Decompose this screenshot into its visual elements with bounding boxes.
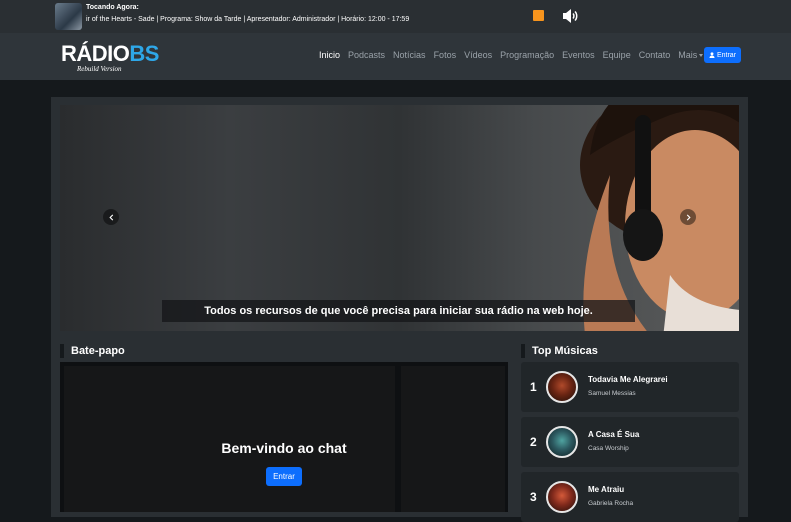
- song-rank: 2: [530, 435, 537, 449]
- volume-icon[interactable]: [560, 6, 580, 26]
- song-title: Todavia Me Alegrarei: [588, 375, 668, 384]
- logo-tagline: Rebuild Version: [77, 65, 122, 73]
- chat-messages-panel: [64, 366, 395, 512]
- now-playing-label: Tocando Agora:: [86, 4, 139, 11]
- carousel-prev-button[interactable]: [103, 209, 119, 225]
- hero-image-woman-headphones: [580, 105, 739, 331]
- login-button[interactable]: Entrar: [704, 47, 741, 63]
- nav-item-mais-dropdown[interactable]: Mais: [678, 50, 704, 60]
- song-cover-image: [546, 371, 578, 403]
- caret-down-icon: [699, 54, 704, 58]
- chevron-right-icon: [686, 213, 691, 221]
- chevron-left-icon: [108, 213, 113, 221]
- nav-item-podcasts[interactable]: Podcasts: [348, 50, 385, 60]
- carousel-next-button[interactable]: [680, 209, 696, 225]
- song-artist: Casa Worship: [588, 445, 629, 452]
- nav-item-videos[interactable]: Vídeos: [464, 50, 492, 60]
- login-button-label: Entrar: [716, 51, 737, 59]
- song-rank: 1: [530, 380, 537, 394]
- user-icon: [709, 52, 715, 58]
- top-songs-heading: Top Músicas: [521, 344, 598, 358]
- chat-heading: Bate-papo: [60, 344, 125, 358]
- radio-player-bar: Tocando Agora: ir of the Hearts - Sade |…: [0, 0, 791, 33]
- hero-caption: Todos os recursos de que você precisa pa…: [162, 300, 635, 322]
- song-rank: 3: [530, 490, 537, 504]
- song-artist: Gabriela Rocha: [588, 500, 634, 507]
- now-playing-text: ir of the Hearts - Sade | Programa: Show…: [86, 16, 410, 23]
- song-artist: Samuel Messias: [588, 390, 636, 397]
- chat-welcome-title: Bem-vindo ao chat: [221, 440, 347, 456]
- nav-item-contato[interactable]: Contato: [639, 50, 671, 60]
- logo-wordmark: RÁDIOBS: [61, 41, 159, 66]
- song-item[interactable]: 1 Todavia Me Alegrarei Samuel Messias: [521, 362, 739, 412]
- nav-item-noticias[interactable]: Notícias: [393, 50, 426, 60]
- hero-carousel: [60, 105, 739, 331]
- now-playing-cover: [55, 3, 82, 30]
- nav-item-fotos[interactable]: Fotos: [434, 50, 457, 60]
- nav-item-eventos[interactable]: Eventos: [562, 50, 595, 60]
- nav-item-mais-label: Mais: [678, 50, 698, 60]
- navbar: RÁDIOBS Rebuild Version Inicio Podcasts …: [0, 33, 791, 80]
- nav-item-equipe[interactable]: Equipe: [603, 50, 631, 60]
- site-logo[interactable]: RÁDIOBS Rebuild Version: [61, 41, 159, 73]
- song-cover-image: [546, 481, 578, 513]
- chat-users-panel: [401, 366, 505, 512]
- song-item[interactable]: 2 A Casa É Sua Casa Worship: [521, 417, 739, 467]
- chat-enter-button[interactable]: Entrar: [266, 467, 302, 486]
- song-title: A Casa É Sua: [588, 430, 640, 439]
- nav-item-inicio[interactable]: Inicio: [319, 50, 340, 60]
- song-cover-image: [546, 426, 578, 458]
- stop-button[interactable]: [533, 10, 544, 21]
- song-item[interactable]: 3 Me Atraiu Gabriela Rocha: [521, 472, 739, 522]
- main-nav: Inicio Podcasts Notícias Fotos Vídeos Pr…: [319, 50, 711, 60]
- song-title: Me Atraiu: [588, 485, 625, 494]
- nav-item-programacao[interactable]: Programação: [500, 50, 554, 60]
